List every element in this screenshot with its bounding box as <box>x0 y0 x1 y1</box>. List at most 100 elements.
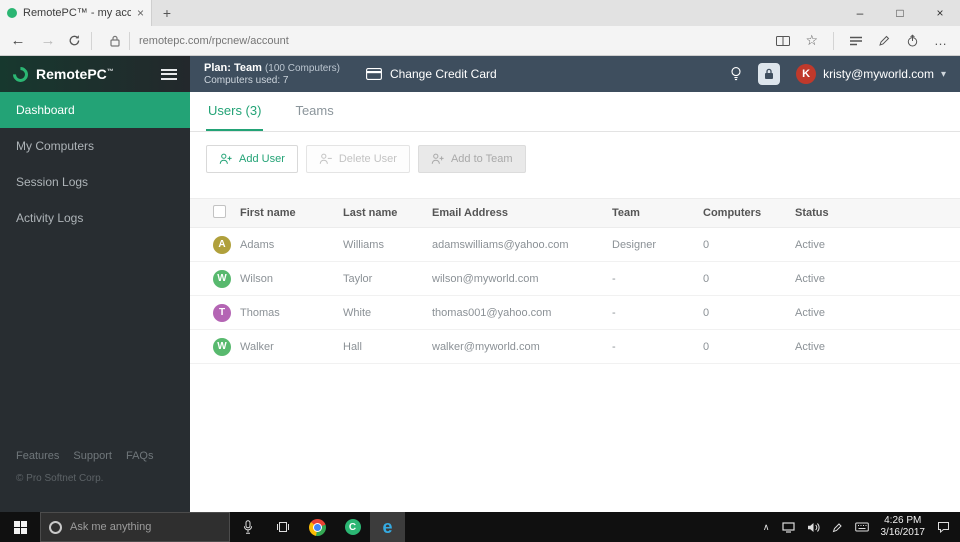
cell-status: Active <box>795 340 825 353</box>
microphone-icon <box>243 520 252 534</box>
main-area: Plan: Team (100 Computers) Computers use… <box>190 56 960 512</box>
table-header-row: First name Last name Email Address Team … <box>190 198 960 228</box>
tab-close-icon[interactable]: × <box>137 6 144 20</box>
cell-email: thomas001@yahoo.com <box>432 306 552 319</box>
pen-icon <box>832 522 842 532</box>
cell-first-name: Thomas <box>240 306 280 319</box>
reading-view-button[interactable] <box>776 35 791 47</box>
sidebar: RemotePC™ Dashboard My Computers Session… <box>0 56 190 512</box>
action-center-button[interactable] <box>937 521 950 533</box>
cell-team: Designer <box>612 238 657 251</box>
chrome-taskbar-button[interactable] <box>300 512 335 542</box>
url-text[interactable]: remotepc.com/rpcnew/account <box>139 35 758 47</box>
cell-email: adamswilliams@yahoo.com <box>432 238 569 251</box>
remotepc-favicon-icon <box>7 8 17 18</box>
network-button[interactable] <box>781 521 795 533</box>
select-all-cell <box>190 205 240 221</box>
browser-tab[interactable]: RemotePC™ - my accou × <box>0 0 152 26</box>
header-actions: K kristy@myworld.com ▾ <box>730 63 946 85</box>
new-tab-button[interactable]: + <box>152 0 182 26</box>
lock-icon <box>765 68 774 79</box>
volume-button[interactable] <box>807 522 820 533</box>
show-hidden-icons-button[interactable]: ∧ <box>763 522 770 533</box>
table-row[interactable]: T Thomas White thomas001@yahoo.com - 0 A… <box>190 296 960 330</box>
taskbar-clock[interactable]: 4:26 PM 3/16/2017 <box>881 515 926 539</box>
clock-date: 3/16/2017 <box>880 527 926 538</box>
col-last-name: Last name <box>343 207 398 219</box>
add-to-team-button[interactable]: Add to Team <box>417 145 526 173</box>
users-table: First name Last name Email Address Team … <box>190 198 960 364</box>
account-header-bar: Plan: Team (100 Computers) Computers use… <box>190 56 960 92</box>
plan-detail: (100 Computers) <box>264 63 340 74</box>
cell-computers: 0 <box>703 340 710 353</box>
user-avatar: T <box>213 303 231 322</box>
sidebar-item-session-logs[interactable]: Session Logs <box>0 164 190 200</box>
plan-name: Plan: Team <box>204 62 262 74</box>
select-all-checkbox[interactable] <box>213 205 226 218</box>
link-faqs[interactable]: FAQs <box>126 450 154 462</box>
security-lock-button[interactable] <box>758 63 781 85</box>
cell-status: Active <box>795 272 825 285</box>
touch-keyboard-button[interactable] <box>854 522 869 532</box>
forward-button[interactable]: → <box>38 32 58 49</box>
addressbar-actions: ☆ … <box>776 31 952 50</box>
link-features[interactable]: Features <box>16 450 59 462</box>
tab-users[interactable]: Users (3) <box>206 92 264 131</box>
remotepc-taskbar-button[interactable]: C <box>335 512 370 542</box>
web-note-button[interactable] <box>878 34 891 47</box>
cell-email: wilson@myworld.com <box>432 272 539 285</box>
favorites-star-button[interactable]: ☆ <box>805 32 818 49</box>
edge-icon: e <box>382 517 393 537</box>
close-button[interactable]: × <box>920 0 960 26</box>
tips-button[interactable] <box>730 66 742 82</box>
computers-used: Computers used: 7 <box>204 75 289 86</box>
taskbar-search-input[interactable] <box>70 521 200 533</box>
notification-icon <box>938 522 949 533</box>
cell-team: - <box>612 272 616 285</box>
link-support[interactable]: Support <box>73 450 112 462</box>
add-to-team-icon <box>431 153 444 164</box>
cell-team: - <box>612 306 616 319</box>
cell-last-name: Williams <box>343 238 384 251</box>
hub-icon <box>850 36 862 45</box>
hub-button[interactable] <box>849 35 863 47</box>
pen-settings-button[interactable] <box>832 522 843 533</box>
content-tabs: Users (3) Teams <box>190 92 960 132</box>
add-user-button[interactable]: Add User <box>206 145 298 173</box>
windows-logo-icon <box>13 520 27 534</box>
sidebar-item-my-computers[interactable]: My Computers <box>0 128 190 164</box>
footer-links: Features Support FAQs <box>16 450 174 462</box>
table-row[interactable]: A Adams Williams adamswilliams@yahoo.com… <box>190 228 960 262</box>
cortana-search[interactable] <box>40 512 230 542</box>
browser-titlebar: RemotePC™ - my accou × + – □ × <box>0 0 960 26</box>
table-row[interactable]: W Walker Hall walker@myworld.com - 0 Act… <box>190 330 960 364</box>
maximize-button[interactable]: □ <box>880 0 920 26</box>
user-avatar: W <box>213 269 231 288</box>
system-tray: ∧ 4:26 PM 3/16/2017 <box>763 515 960 539</box>
back-button[interactable]: ← <box>8 32 28 49</box>
delete-user-button[interactable]: Delete User <box>305 145 410 173</box>
col-computers: Computers <box>703 207 762 219</box>
start-button[interactable] <box>0 512 40 542</box>
tab-teams[interactable]: Teams <box>293 92 335 131</box>
edge-taskbar-button[interactable]: e <box>370 512 405 542</box>
cell-first-name: Wilson <box>240 272 274 285</box>
share-button[interactable] <box>906 34 919 47</box>
sidebar-nav: Dashboard My Computers Session Logs Acti… <box>0 92 190 236</box>
sidebar-item-dashboard[interactable]: Dashboard <box>0 92 190 128</box>
user-actions-toolbar: Add User Delete User Add to Team <box>190 132 960 186</box>
change-credit-card-button[interactable]: Change Credit Card <box>366 67 497 81</box>
account-menu[interactable]: K kristy@myworld.com ▾ <box>796 64 946 84</box>
minimize-button[interactable]: – <box>840 0 880 26</box>
sidebar-menu-toggle[interactable] <box>161 68 177 80</box>
more-button[interactable]: … <box>934 33 948 48</box>
refresh-button[interactable] <box>68 34 81 47</box>
col-status: Status <box>795 207 829 219</box>
copyright-text: © Pro Softnet Corp. <box>16 473 104 484</box>
task-view-button[interactable] <box>265 512 300 542</box>
url-field[interactable]: remotepc.com/rpcnew/account <box>102 29 766 53</box>
microphone-button[interactable] <box>230 512 265 542</box>
table-row[interactable]: W Wilson Taylor wilson@myworld.com - 0 A… <box>190 262 960 296</box>
col-email: Email Address <box>432 207 509 219</box>
sidebar-item-activity-logs[interactable]: Activity Logs <box>0 200 190 236</box>
